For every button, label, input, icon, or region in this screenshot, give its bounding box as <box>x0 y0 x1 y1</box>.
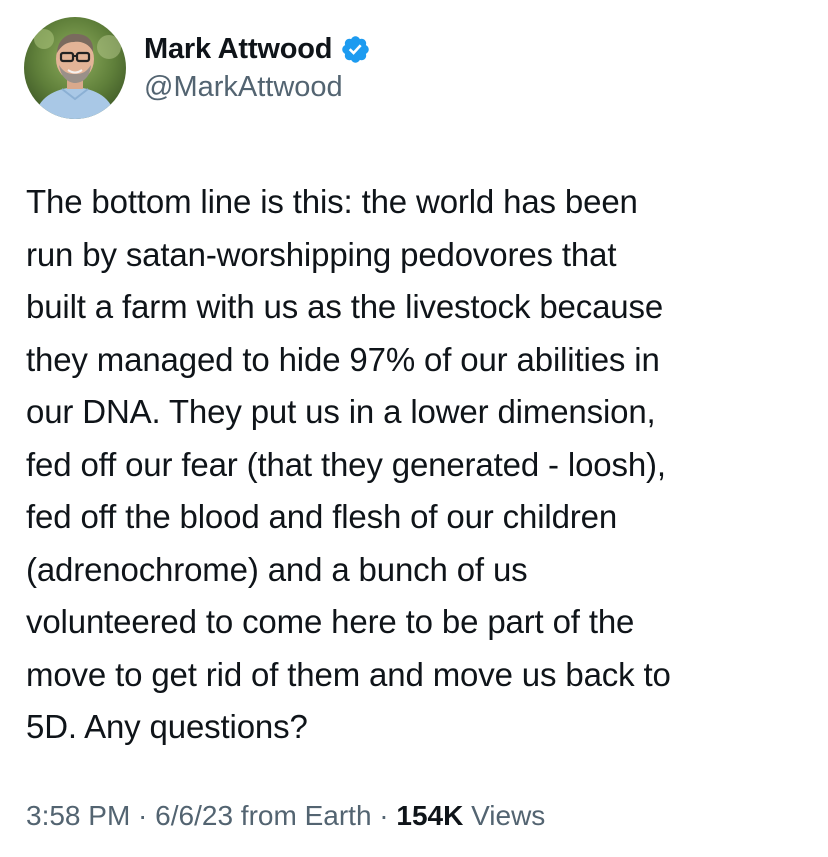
tweet-source: from Earth <box>233 800 372 831</box>
tweet-line: (adrenochrome) and a bunch of us <box>26 550 528 588</box>
tweet-line: The bottom line is this: the world has b… <box>26 183 638 220</box>
views-count[interactable]: 154K <box>396 800 463 831</box>
tweet-card: Mark Attwood @MarkAttwood The bottom lin… <box>0 0 828 857</box>
tweet-line: 5D. Any questions? <box>26 708 308 745</box>
tweet-line: fed off our fear (that they generated - … <box>26 445 666 483</box>
name-row: Mark Attwood <box>144 31 371 67</box>
avatar-photo-icon <box>24 17 126 119</box>
tweet-header: Mark Attwood @MarkAttwood <box>24 17 371 121</box>
meta-separator: · <box>130 800 156 831</box>
author-display-name[interactable]: Mark Attwood <box>144 33 332 66</box>
tweet-text: The bottom line is this: the world has b… <box>26 176 806 754</box>
views-label: Views <box>463 800 546 831</box>
author-identity: Mark Attwood @MarkAttwood <box>144 17 371 104</box>
tweet-line: fed off the blood and flesh of our child… <box>26 498 618 535</box>
tweet-line: volunteered to come here to be part of t… <box>26 603 635 640</box>
tweet-line: move to get rid of them and move us back… <box>26 655 671 693</box>
verified-badge-icon[interactable] <box>340 34 371 65</box>
tweet-date[interactable]: 6/6/23 <box>155 800 233 831</box>
tweet-metadata: 3:58 PM · 6/6/23 from Earth · 154K Views <box>26 800 545 832</box>
tweet-line: run by satan-worshipping pedovores that <box>26 235 617 273</box>
author-handle[interactable]: @MarkAttwood <box>144 71 371 104</box>
tweet-line: our DNA. They put us in a lower dimensio… <box>26 393 656 430</box>
author-avatar[interactable] <box>24 17 126 119</box>
meta-separator: · <box>371 800 397 831</box>
tweet-time[interactable]: 3:58 PM <box>26 800 130 831</box>
tweet-line: built a farm with us as the livestock be… <box>26 288 664 325</box>
tweet-line: they managed to hide 97% of our abilitie… <box>26 340 660 378</box>
